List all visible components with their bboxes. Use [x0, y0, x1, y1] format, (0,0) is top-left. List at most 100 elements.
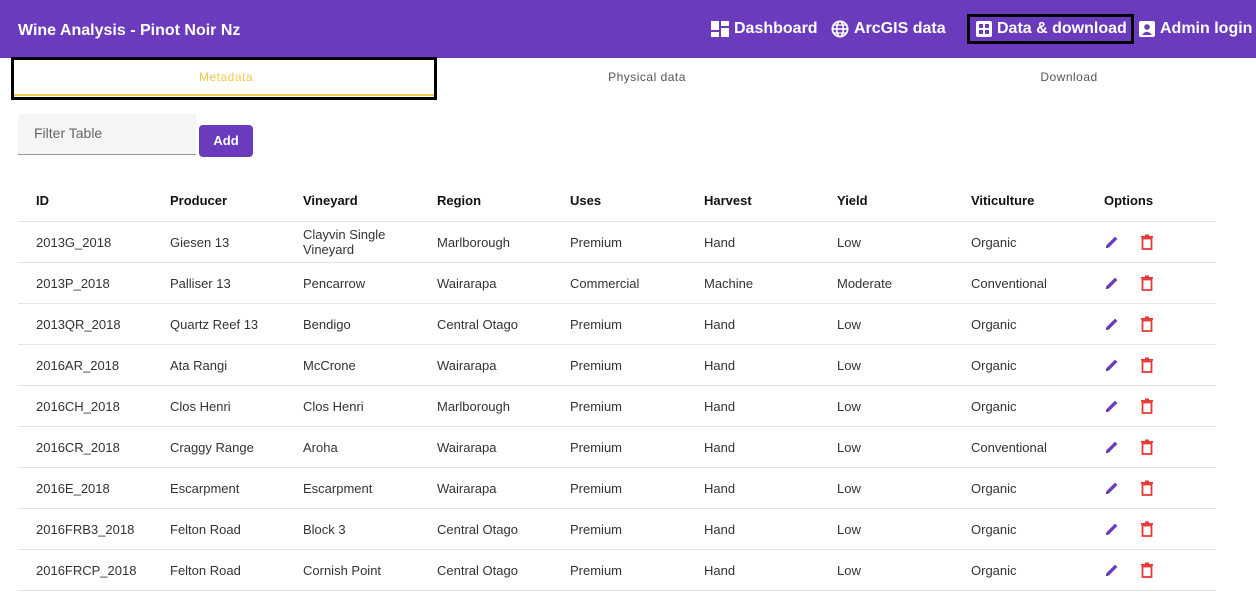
app-title: Wine Analysis - Pinot Noir Nz	[18, 22, 241, 39]
options-cell	[1086, 508, 1216, 550]
table-row: 2016FRB3_2018 Felton Road Block 3 Central O…	[18, 508, 1216, 550]
nav-data-download-label: Data & download	[997, 20, 1127, 37]
table-cell: Escarpment	[285, 467, 419, 509]
table-cell: Cornish Point	[285, 549, 419, 591]
table-cell: Premium	[552, 221, 686, 263]
trash-icon[interactable]	[1140, 275, 1154, 291]
pencil-icon[interactable]	[1104, 480, 1120, 496]
options-cell	[1086, 549, 1216, 591]
table-cell: Organic	[953, 344, 1086, 386]
table-cell: 2016CH_2018	[18, 385, 152, 427]
table-cell: Moderate	[819, 262, 953, 304]
column-header: Vineyard	[285, 179, 419, 222]
table-cell: Clos Henri	[285, 385, 419, 427]
table-grid-icon	[976, 21, 992, 37]
table-cell: 2016AR_2018	[18, 344, 152, 386]
table-cell: Organic	[953, 303, 1086, 345]
add-button[interactable]: Add	[199, 125, 253, 157]
column-header: Harvest	[686, 179, 819, 222]
table-cell: Central Otago	[419, 549, 552, 591]
table-cell: Hand	[686, 344, 819, 386]
top-app-bar: Wine Analysis - Pinot Noir Nz Dashboard …	[0, 0, 1256, 58]
pencil-icon[interactable]	[1104, 439, 1120, 455]
filter-input[interactable]	[32, 124, 196, 142]
table-cell: Low	[819, 344, 953, 386]
pencil-icon[interactable]	[1104, 316, 1120, 332]
table-cell: Wairarapa	[419, 262, 552, 304]
pencil-icon[interactable]	[1104, 562, 1120, 578]
pencil-icon[interactable]	[1104, 521, 1120, 537]
pencil-icon[interactable]	[1104, 357, 1120, 373]
table-row: 2013QR_2018 Quartz Reef 13 Bendigo Central …	[18, 303, 1216, 345]
person-badge-icon	[1139, 21, 1155, 37]
options-cell	[1086, 303, 1216, 345]
trash-icon[interactable]	[1140, 521, 1154, 537]
table-cell: Bendigo	[285, 303, 419, 345]
trash-icon[interactable]	[1140, 398, 1154, 414]
nav-arcgis-label: ArcGIS data	[854, 20, 946, 37]
pencil-icon[interactable]	[1104, 275, 1120, 291]
options-cell	[1086, 344, 1216, 386]
table-cell: Clayvin Single Vineyard	[285, 221, 419, 263]
table-cell: Felton Road	[152, 508, 285, 550]
table-cell: Premium	[552, 508, 686, 550]
metadata-table: ID Producer Vineyard Region Uses Harvest Yield…	[18, 179, 1216, 591]
table-cell: Marlborough	[419, 385, 552, 427]
table-header-row: ID Producer Vineyard Region Uses Harvest Yield…	[18, 179, 1216, 222]
trash-icon[interactable]	[1140, 439, 1154, 455]
table-cell: Hand	[686, 467, 819, 509]
table-row: 2016E_2018 Escarpment Escarpment Wairarapa P…	[18, 467, 1216, 509]
filter-field[interactable]	[18, 114, 196, 155]
nav-admin-login-label: Admin login	[1160, 20, 1253, 37]
table-cell: McCrone	[285, 344, 419, 386]
nav-admin-login-button[interactable]: Admin login	[1139, 13, 1252, 45]
trash-icon[interactable]	[1140, 316, 1154, 332]
table-cell: Hand	[686, 221, 819, 263]
column-header: Options	[1086, 179, 1216, 222]
table-cell: Low	[819, 549, 953, 591]
nav-data-download-button[interactable]: Data & download	[967, 14, 1134, 44]
trash-icon[interactable]	[1140, 357, 1154, 373]
pencil-icon[interactable]	[1104, 234, 1120, 250]
table-cell: Organic	[953, 467, 1086, 509]
table-cell: Wairarapa	[419, 426, 552, 468]
table-cell: Ata Rangi	[152, 344, 285, 386]
table-cell: Wairarapa	[419, 467, 552, 509]
table-cell: Premium	[552, 549, 686, 591]
table-cell: Premium	[552, 303, 686, 345]
tab-download[interactable]: Download	[860, 58, 1256, 98]
tab-physical-data[interactable]: Physical data	[438, 58, 856, 98]
table-cell: Organic	[953, 549, 1086, 591]
pencil-icon[interactable]	[1104, 398, 1120, 414]
column-header: Viticulture	[953, 179, 1086, 222]
table-cell: Premium	[552, 467, 686, 509]
table-cell: Organic	[953, 221, 1086, 263]
table-cell: Craggy Range	[152, 426, 285, 468]
table-cell: Hand	[686, 508, 819, 550]
globe-icon	[831, 20, 849, 38]
trash-icon[interactable]	[1140, 480, 1154, 496]
table-cell: Hand	[686, 385, 819, 427]
table-cell: Central Otago	[419, 303, 552, 345]
table-cell: Premium	[552, 344, 686, 386]
trash-icon[interactable]	[1140, 234, 1154, 250]
trash-icon[interactable]	[1140, 562, 1154, 578]
table-cell: 2013P_2018	[18, 262, 152, 304]
column-header: Yield	[819, 179, 953, 222]
table-cell: Marlborough	[419, 221, 552, 263]
table-row: 2016CH_2018 Clos Henri Clos Henri Marlborou…	[18, 385, 1216, 427]
column-header: Producer	[152, 179, 285, 222]
nav-dashboard-button[interactable]: Dashboard	[711, 13, 818, 45]
highlight-box	[11, 57, 437, 100]
table-cell: Machine	[686, 262, 819, 304]
table-cell: 2016CR_2018	[18, 426, 152, 468]
table-cell: Low	[819, 467, 953, 509]
table-cell: 2013G_2018	[18, 221, 152, 263]
table-cell: Low	[819, 221, 953, 263]
table-cell: Low	[819, 303, 953, 345]
table-cell: 2016E_2018	[18, 467, 152, 509]
table-cell: Central Otago	[419, 508, 552, 550]
nav-arcgis-button[interactable]: ArcGIS data	[831, 13, 946, 45]
table-cell: Hand	[686, 426, 819, 468]
table-row: 2013G_2018 Giesen 13 Clayvin Single Vineya…	[18, 221, 1216, 263]
